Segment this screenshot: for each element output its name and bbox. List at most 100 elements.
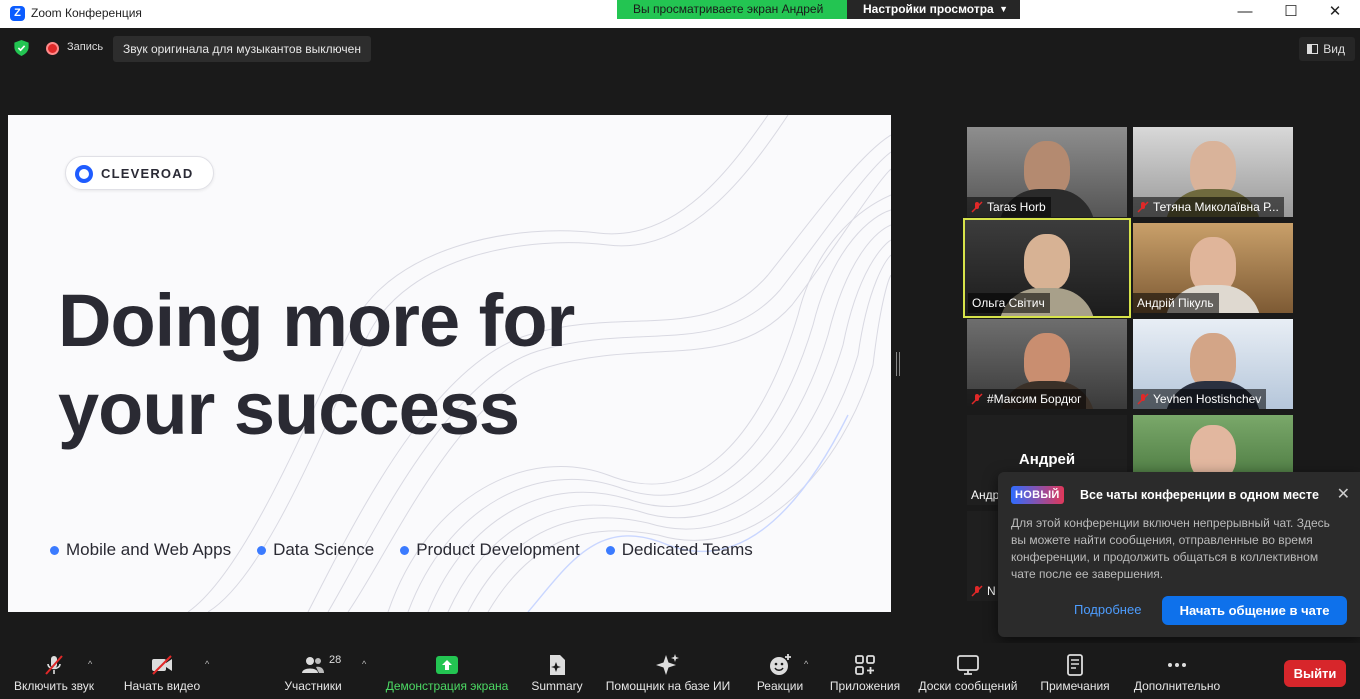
popup-title: Все чаты конференции в одном месте xyxy=(1080,488,1319,502)
participant-name: N xyxy=(987,584,996,598)
recording-icon[interactable] xyxy=(46,42,59,55)
headline-line-1: Doing more for xyxy=(58,279,575,362)
participant-tile-active-speaker[interactable]: Ольга Світич xyxy=(963,218,1131,318)
service-item: Data Science xyxy=(257,540,374,560)
minimize-button[interactable]: — xyxy=(1222,0,1268,26)
service-label: Product Development xyxy=(416,540,580,559)
chevron-down-icon: ▼ xyxy=(999,4,1008,14)
more-label: Дополнительно xyxy=(1133,679,1221,693)
security-shield-icon[interactable] xyxy=(14,40,29,56)
participants-label: Участники xyxy=(284,679,342,693)
slide-headline: Doing more for your success xyxy=(58,277,575,453)
zoom-meeting-window: Z Zoom Конференция Вы просматриваете экр… xyxy=(0,0,1360,699)
popup-description: Для этой конференции включен непрерывный… xyxy=(1011,516,1330,581)
close-window-button[interactable]: ✕ xyxy=(1312,0,1358,26)
bullet-dot-icon xyxy=(257,545,267,555)
reactions-options-chevron-icon[interactable]: ^ xyxy=(804,659,808,669)
headline-line-2: your success xyxy=(58,367,520,450)
video-options-chevron-icon[interactable]: ^ xyxy=(205,659,209,669)
participant-video xyxy=(1024,234,1070,290)
participant-tile[interactable]: Yevhen Hostishchev xyxy=(1133,319,1293,409)
participant-name-tag: Yevhen Hostishchev xyxy=(1133,389,1267,409)
meeting-info-bar: Запись Звук оригинала для музыкантов вык… xyxy=(0,28,1360,68)
learn-more-link[interactable]: Подробнее xyxy=(1074,602,1141,617)
notes-icon xyxy=(1067,654,1083,676)
view-layout-icon xyxy=(1307,44,1319,54)
continuous-chat-popup: НОВЫЙ Все чаты конференции в одном месте… xyxy=(998,472,1360,637)
participant-name-tag: Тетяна Миколаївна Р... xyxy=(1133,197,1284,217)
participant-name: Ольга Світич xyxy=(972,296,1045,310)
participant-name: Андрій Пікуль xyxy=(1137,296,1214,310)
participant-name: Тетяна Миколаївна Р... xyxy=(1153,200,1279,214)
ai-companion-label: Помощник на базе ИИ xyxy=(605,679,731,693)
mic-muted-icon xyxy=(971,201,983,213)
cleveroad-logo: CLEVEROAD xyxy=(65,156,214,190)
whiteboard-icon xyxy=(957,655,979,675)
brand-name: CLEVEROAD xyxy=(101,166,194,181)
reactions-button[interactable]: ^ Реакции xyxy=(750,643,810,699)
notes-button[interactable]: Примечания xyxy=(1036,643,1114,699)
summary-button[interactable]: Summary xyxy=(523,643,591,699)
ai-companion-button[interactable]: Помощник на базе ИИ xyxy=(602,643,734,699)
video-off-icon xyxy=(152,655,172,675)
participants-count: 28 xyxy=(329,654,342,666)
participant-name-tag: #Максим Бордюг xyxy=(967,389,1087,409)
start-video-button[interactable]: ^ Начать видео xyxy=(114,643,210,699)
leave-button[interactable]: Выйти xyxy=(1284,660,1346,687)
participants-button[interactable]: 28 ^ Участники xyxy=(272,643,366,699)
meeting-toolbar: ^ Включить звук ^ Начать видео 28 ^ Учас… xyxy=(0,643,1360,699)
split-resize-handle[interactable] xyxy=(896,352,900,376)
shared-screen[interactable]: CLEVEROAD Doing more for your success Mo… xyxy=(8,115,891,612)
participant-tile[interactable]: Taras Horb xyxy=(967,127,1127,217)
reactions-label: Реакции xyxy=(756,679,804,693)
share-screen-icon xyxy=(436,656,458,674)
participant-display-name: Андрей xyxy=(1018,451,1076,468)
summary-document-icon xyxy=(550,655,565,675)
service-label: Mobile and Web Apps xyxy=(66,540,232,559)
share-screen-button[interactable]: Демонстрация экрана xyxy=(382,643,512,699)
viewing-screen-label: Вы просматриваете экран Андрей xyxy=(617,0,847,19)
more-dots-icon xyxy=(1168,663,1186,667)
recording-label[interactable]: Запись xyxy=(67,41,103,53)
window-title: Zoom Конференция xyxy=(31,6,142,20)
ai-sparkle-icon xyxy=(656,654,679,675)
unmute-button[interactable]: ^ Включить звук xyxy=(4,643,104,699)
original-sound-status[interactable]: Звук оригинала для музыкантов выключен xyxy=(113,36,371,62)
service-item: Dedicated Teams xyxy=(605,540,753,560)
service-label: Dedicated Teams xyxy=(621,540,753,559)
participant-name: Yevhen Hostishchev xyxy=(1153,392,1262,406)
cleveroad-mark-icon xyxy=(75,165,93,183)
summary-label: Summary xyxy=(531,679,583,693)
view-options-button[interactable]: Настройки просмотра ▼ xyxy=(847,0,1020,19)
apps-button[interactable]: Приложения xyxy=(826,643,904,699)
bullet-dot-icon xyxy=(50,545,59,555)
view-button[interactable]: Вид xyxy=(1299,37,1355,61)
more-button[interactable]: Дополнительно xyxy=(1128,643,1226,699)
view-button-label: Вид xyxy=(1323,42,1345,56)
participant-name-tag: Taras Horb xyxy=(967,197,1051,217)
service-item: Mobile and Web Apps xyxy=(50,540,231,560)
services-list: Mobile and Web Apps Data Science Product… xyxy=(50,540,779,560)
whiteboards-button[interactable]: Доски сообщений xyxy=(914,643,1022,699)
participants-icon xyxy=(302,657,324,673)
audio-options-chevron-icon[interactable]: ^ xyxy=(88,659,92,669)
mic-muted-icon xyxy=(1137,201,1149,213)
share-banner: Вы просматриваете экран Андрей Настройки… xyxy=(617,0,1020,19)
close-popup-button[interactable]: ✕ xyxy=(1337,484,1350,504)
participant-tile[interactable]: Андрій Пікуль xyxy=(1133,223,1293,313)
share-screen-label: Демонстрация экрана xyxy=(385,679,509,693)
participant-tile[interactable]: #Максим Бордюг xyxy=(967,319,1127,409)
start-video-label: Начать видео xyxy=(123,679,201,693)
mic-muted-icon xyxy=(971,393,983,405)
mic-muted-icon xyxy=(1137,393,1149,405)
whiteboards-label: Доски сообщений xyxy=(918,679,1018,693)
start-chat-button[interactable]: Начать общение в чате xyxy=(1162,596,1347,625)
reactions-smiley-icon xyxy=(770,654,791,675)
participant-tile[interactable]: Тетяна Миколаївна Р... xyxy=(1133,127,1293,217)
participant-name-tag: N xyxy=(967,581,1001,601)
participant-name: Андр xyxy=(971,488,1000,502)
notes-label: Примечания xyxy=(1040,679,1110,693)
participants-options-chevron-icon[interactable]: ^ xyxy=(362,659,366,669)
unmute-label: Включить звук xyxy=(13,679,95,693)
maximize-button[interactable]: ☐ xyxy=(1268,0,1314,26)
